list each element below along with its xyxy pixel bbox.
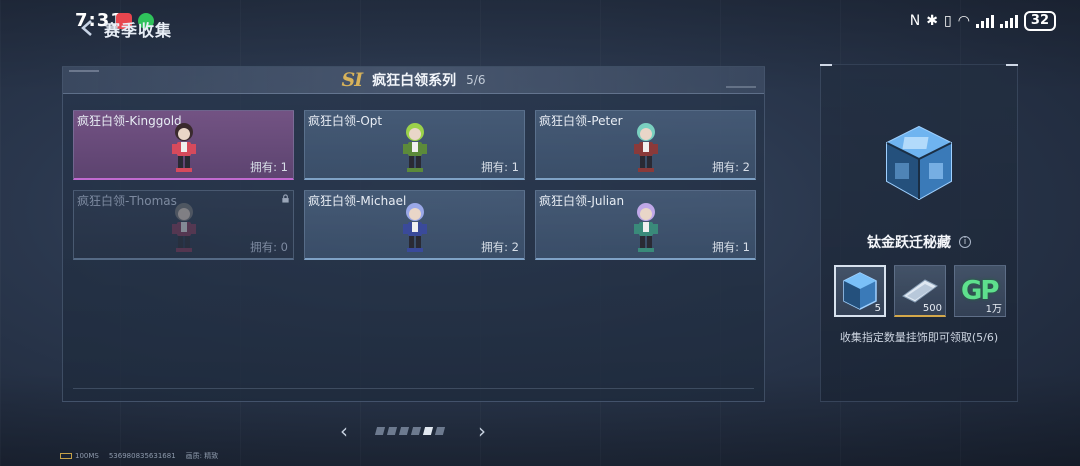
series-progress: 5/6 <box>466 73 486 87</box>
status-icons: N ✱ ▯ ◠ 32 <box>910 11 1056 31</box>
series-logo: SI <box>341 69 364 91</box>
reward-item-voucher[interactable]: 500 <box>894 265 946 317</box>
card-name: 疯狂白领-Michael <box>308 194 407 208</box>
wifi-icon: ◠ <box>957 13 970 29</box>
decor-line <box>69 70 99 72</box>
reward-item-gp[interactable]: GP 1万 <box>954 265 1006 317</box>
card-name: 疯狂白领-Opt <box>308 114 383 128</box>
page-dot[interactable] <box>374 427 386 435</box>
page-dot[interactable] <box>398 427 410 435</box>
back-arrow-icon[interactable] <box>78 18 98 38</box>
ping-icon <box>60 453 72 459</box>
collection-card[interactable]: 疯狂白领-Michael 拥有: 2 <box>304 190 525 260</box>
charm-figure-icon <box>634 123 658 172</box>
page-dot[interactable] <box>410 427 422 435</box>
collection-card[interactable]: 疯狂白领-Peter 拥有: 2 <box>535 110 756 180</box>
lock-icon <box>282 194 289 203</box>
card-owned-count: 拥有: 2 <box>481 240 519 254</box>
collection-panel: SI 疯狂白领系列 5/6 疯狂白领-Kinggold 拥有: 1 疯狂白领-O… <box>62 66 765 402</box>
reward-item-crate[interactable]: 5 <box>834 265 886 317</box>
page-dot[interactable] <box>422 427 434 435</box>
card-owned-count: 拥有: 2 <box>712 160 750 174</box>
ping-value: 100MS <box>75 452 99 460</box>
card-owned-count: 拥有: 1 <box>481 160 519 174</box>
card-owned-count: 拥有: 1 <box>250 160 288 174</box>
collection-card[interactable]: 疯狂白领-Julian 拥有: 1 <box>535 190 756 260</box>
divider <box>73 388 754 389</box>
info-icon[interactable]: i <box>959 236 971 248</box>
page-dots <box>374 427 446 435</box>
battery-icon: 32 <box>1023 11 1056 31</box>
series-name: 疯狂白领系列 <box>372 73 457 89</box>
series-header: SI 疯狂白领系列 5/6 <box>63 67 764 94</box>
page-dot[interactable] <box>386 427 398 435</box>
page-title: 赛季收集 <box>104 21 173 40</box>
pagination: ‹ › <box>336 420 496 442</box>
reward-qty: 500 <box>922 303 942 314</box>
footer-info: 100MS 536980835631681 画质: 精致 <box>60 451 218 461</box>
signal-icon-2 <box>999 14 1018 28</box>
charm-figure-icon <box>634 203 658 252</box>
card-name: 疯狂白领-Kinggold <box>77 114 182 128</box>
reward-description: 收集指定数量挂饰即可领取(5/6) <box>839 331 999 344</box>
charm-figure-icon <box>172 203 196 252</box>
card-owned-count: 拥有: 1 <box>712 240 750 254</box>
card-grid: 疯狂白领-Kinggold 拥有: 1 疯狂白领-Opt 拥有: 1 疯狂白领-… <box>73 110 756 260</box>
collection-card[interactable]: 疯狂白领-Opt 拥有: 1 <box>304 110 525 180</box>
player-id: 536980835631681 <box>108 452 176 460</box>
reward-items: 5 500 GP 1万 <box>834 265 1006 317</box>
collection-card[interactable]: 疯狂白领-Kinggold 拥有: 1 <box>73 110 294 180</box>
quality-label: 画质: <box>185 452 203 460</box>
reward-panel: 钛金跃迁秘藏 i 5 500 GP 1万 收集指定数量挂饰即可领取(5/6) <box>820 64 1018 402</box>
charm-figure-icon <box>403 123 427 172</box>
signal-icon <box>975 14 994 28</box>
prev-page-button[interactable]: ‹ <box>336 420 352 442</box>
reward-qty: 5 <box>874 303 881 314</box>
bluetooth-icon: ✱ <box>926 13 938 29</box>
card-name: 疯狂白领-Julian <box>539 194 625 208</box>
nfc-icon: N <box>909 13 921 29</box>
charm-figure-icon <box>403 203 427 252</box>
reward-name: 钛金跃迁秘藏 <box>867 235 951 251</box>
decor-line <box>726 86 756 88</box>
card-owned-count: 拥有: 0 <box>250 240 288 254</box>
quality-value: 精致 <box>204 452 219 460</box>
reward-qty: 1万 <box>985 304 1002 315</box>
card-name: 疯狂白领-Peter <box>539 114 623 128</box>
page-dot[interactable] <box>434 427 446 435</box>
charm-figure-icon <box>172 123 196 172</box>
card-name: 疯狂白领-Thomas <box>77 194 177 208</box>
vibrate-icon: ▯ <box>943 13 952 29</box>
next-page-button[interactable]: › <box>474 420 490 442</box>
collection-card[interactable]: 疯狂白领-Thomas 拥有: 0 <box>73 190 294 260</box>
cube-crate-icon[interactable] <box>879 123 959 203</box>
